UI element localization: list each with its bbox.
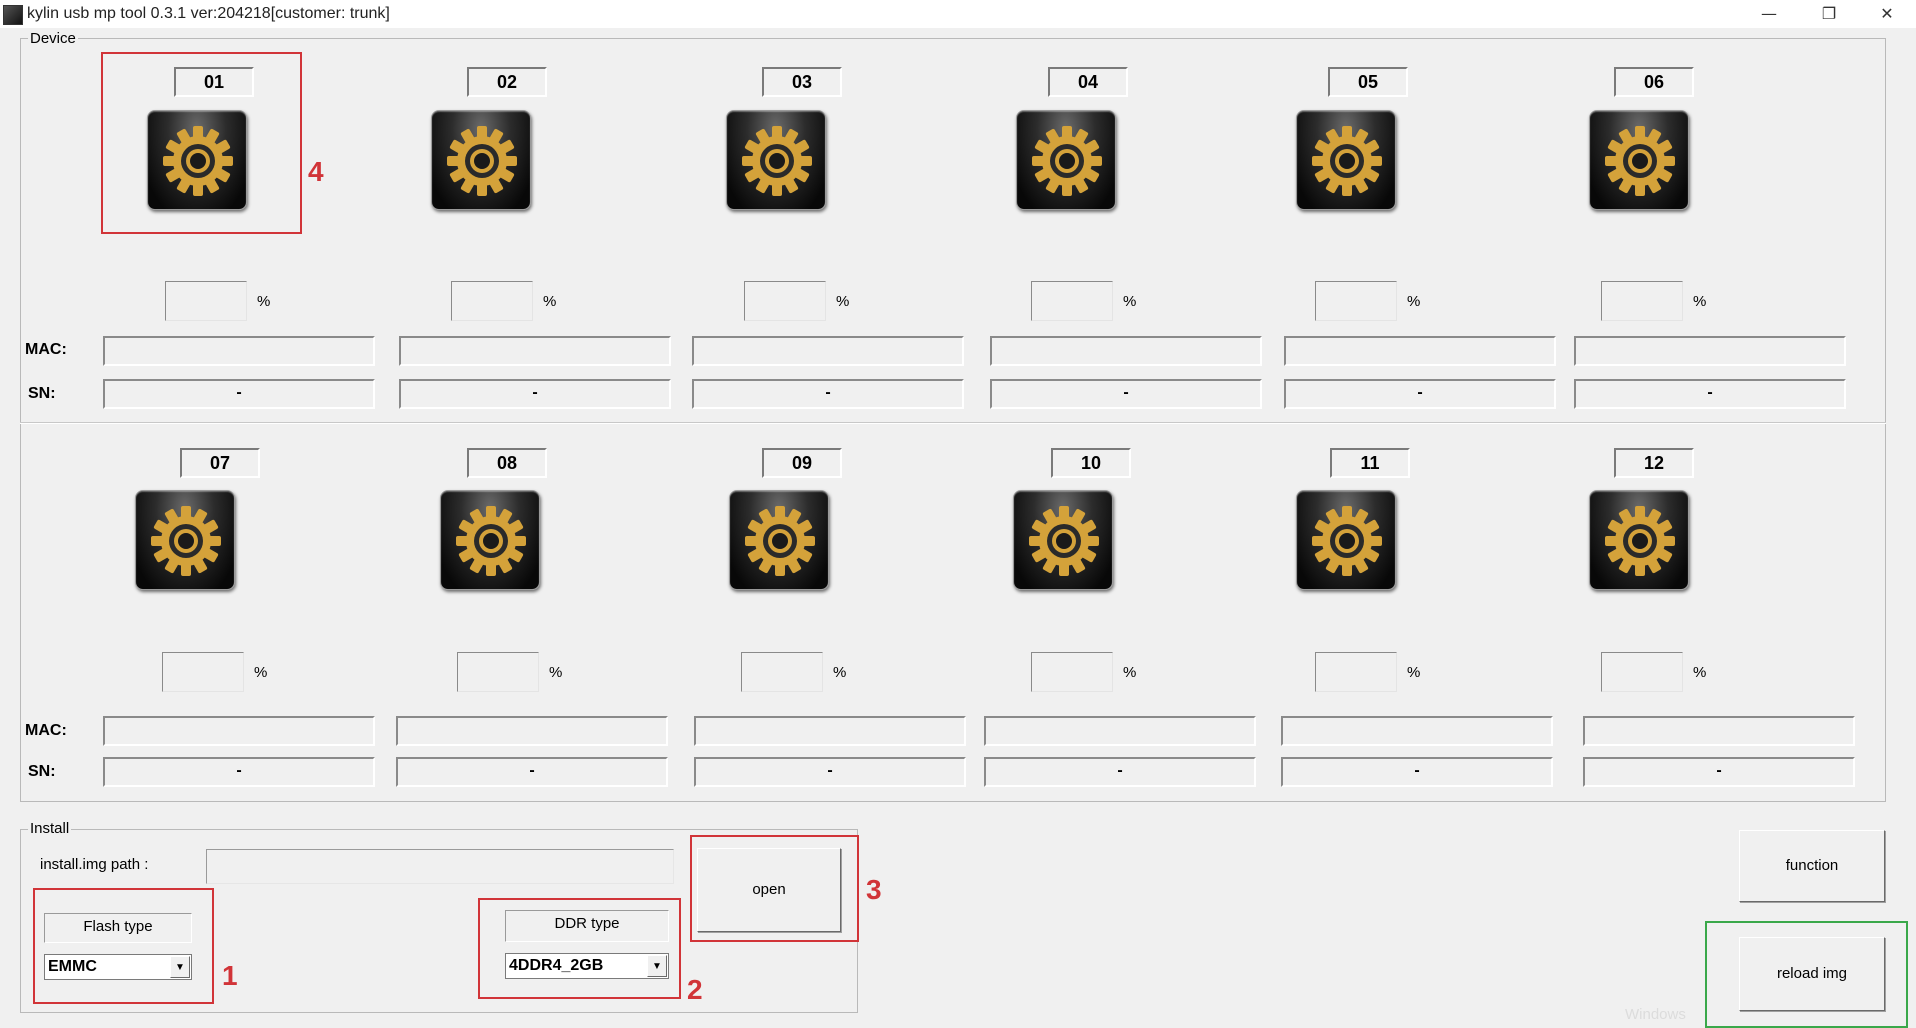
img-path-label: install.img path : <box>40 856 149 873</box>
device-group-legend: Device <box>28 30 78 47</box>
install-group-legend: Install <box>28 820 72 837</box>
sn-field: - <box>984 757 1256 787</box>
sn-field: - <box>1284 379 1556 409</box>
device-number-label: 11 <box>1330 448 1410 478</box>
mac-field <box>399 336 671 366</box>
mac-field <box>1284 336 1556 366</box>
device-number-label: 12 <box>1614 448 1694 478</box>
sn-field: - <box>1281 757 1553 787</box>
mac-field <box>692 336 964 366</box>
annotation-box-4 <box>101 52 302 234</box>
annotation-number-1: 1 <box>222 960 238 991</box>
sn-field: - <box>396 757 668 787</box>
gear-icon[interactable] <box>1013 490 1113 590</box>
sn-field: - <box>1583 757 1855 787</box>
sn-field: - <box>692 379 964 409</box>
progress-percent-field <box>1031 652 1113 692</box>
mac-field <box>984 716 1256 746</box>
gear-icon[interactable] <box>431 110 531 210</box>
mac-field <box>103 716 375 746</box>
progress-percent-field <box>457 652 539 692</box>
app-icon <box>3 5 23 25</box>
percent-sign: % <box>1407 293 1421 310</box>
mac-field <box>694 716 966 746</box>
device-row-separator <box>20 422 1886 424</box>
title-bar: kylin usb mp tool 0.3.1 ver:204218[custo… <box>0 0 1916 28</box>
restore-button[interactable]: ❐ <box>1806 0 1852 28</box>
mac-label-row2: MAC: <box>25 722 67 739</box>
sn-field: - <box>1574 379 1846 409</box>
sn-field: - <box>103 757 375 787</box>
gear-icon[interactable] <box>135 490 235 590</box>
progress-percent-field <box>1601 652 1683 692</box>
gear-icon[interactable] <box>1589 490 1689 590</box>
sn-field: - <box>399 379 671 409</box>
close-button[interactable]: ✕ <box>1864 0 1910 28</box>
percent-sign: % <box>257 293 271 310</box>
gear-icon[interactable] <box>1296 110 1396 210</box>
percent-sign: % <box>833 664 847 681</box>
function-button[interactable]: function <box>1739 830 1885 902</box>
gear-icon[interactable] <box>1016 110 1116 210</box>
mac-field <box>1281 716 1553 746</box>
percent-sign: % <box>836 293 850 310</box>
progress-percent-field <box>744 281 826 321</box>
mac-field <box>1583 716 1855 746</box>
percent-sign: % <box>1693 293 1707 310</box>
annotation-number-4: 4 <box>308 156 324 187</box>
annotation-box-1 <box>33 888 214 1004</box>
progress-percent-field <box>1315 281 1397 321</box>
sn-field: - <box>990 379 1262 409</box>
annotation-number-3: 3 <box>866 874 882 905</box>
percent-sign: % <box>1123 293 1137 310</box>
percent-sign: % <box>1693 664 1707 681</box>
gear-icon[interactable] <box>1589 110 1689 210</box>
device-number-label: 02 <box>467 67 547 97</box>
mac-field <box>103 336 375 366</box>
progress-percent-field <box>1031 281 1113 321</box>
device-number-label: 08 <box>467 448 547 478</box>
progress-percent-field <box>1601 281 1683 321</box>
device-number-label: 04 <box>1048 67 1128 97</box>
gear-icon[interactable] <box>440 490 540 590</box>
mac-field <box>990 336 1262 366</box>
progress-percent-field <box>451 281 533 321</box>
device-number-label: 03 <box>762 67 842 97</box>
img-path-input[interactable] <box>206 849 674 884</box>
progress-percent-field <box>741 652 823 692</box>
percent-sign: % <box>1123 664 1137 681</box>
sn-label-row1: SN: <box>28 385 56 402</box>
mac-field <box>1574 336 1846 366</box>
sn-label-row2: SN: <box>28 763 56 780</box>
device-number-label: 05 <box>1328 67 1408 97</box>
percent-sign: % <box>543 293 557 310</box>
minimize-button[interactable]: — <box>1746 0 1792 28</box>
activation-watermark: Windows <box>1625 1006 1686 1023</box>
sn-field: - <box>103 379 375 409</box>
annotation-box-reload <box>1705 921 1908 1028</box>
progress-percent-field <box>162 652 244 692</box>
percent-sign: % <box>549 664 563 681</box>
device-number-label: 07 <box>180 448 260 478</box>
percent-sign: % <box>1407 664 1421 681</box>
gear-icon[interactable] <box>1296 490 1396 590</box>
percent-sign: % <box>254 664 268 681</box>
device-number-label: 06 <box>1614 67 1694 97</box>
annotation-box-3 <box>690 835 859 942</box>
mac-field <box>396 716 668 746</box>
gear-icon[interactable] <box>729 490 829 590</box>
mac-label-row1: MAC: <box>25 341 67 358</box>
progress-percent-field <box>1315 652 1397 692</box>
sn-field: - <box>694 757 966 787</box>
annotation-number-2: 2 <box>687 974 703 1005</box>
progress-percent-field <box>165 281 247 321</box>
annotation-box-2 <box>478 898 681 999</box>
window-title: kylin usb mp tool 0.3.1 ver:204218[custo… <box>27 5 390 22</box>
device-number-label: 10 <box>1051 448 1131 478</box>
device-number-label: 09 <box>762 448 842 478</box>
gear-icon[interactable] <box>726 110 826 210</box>
